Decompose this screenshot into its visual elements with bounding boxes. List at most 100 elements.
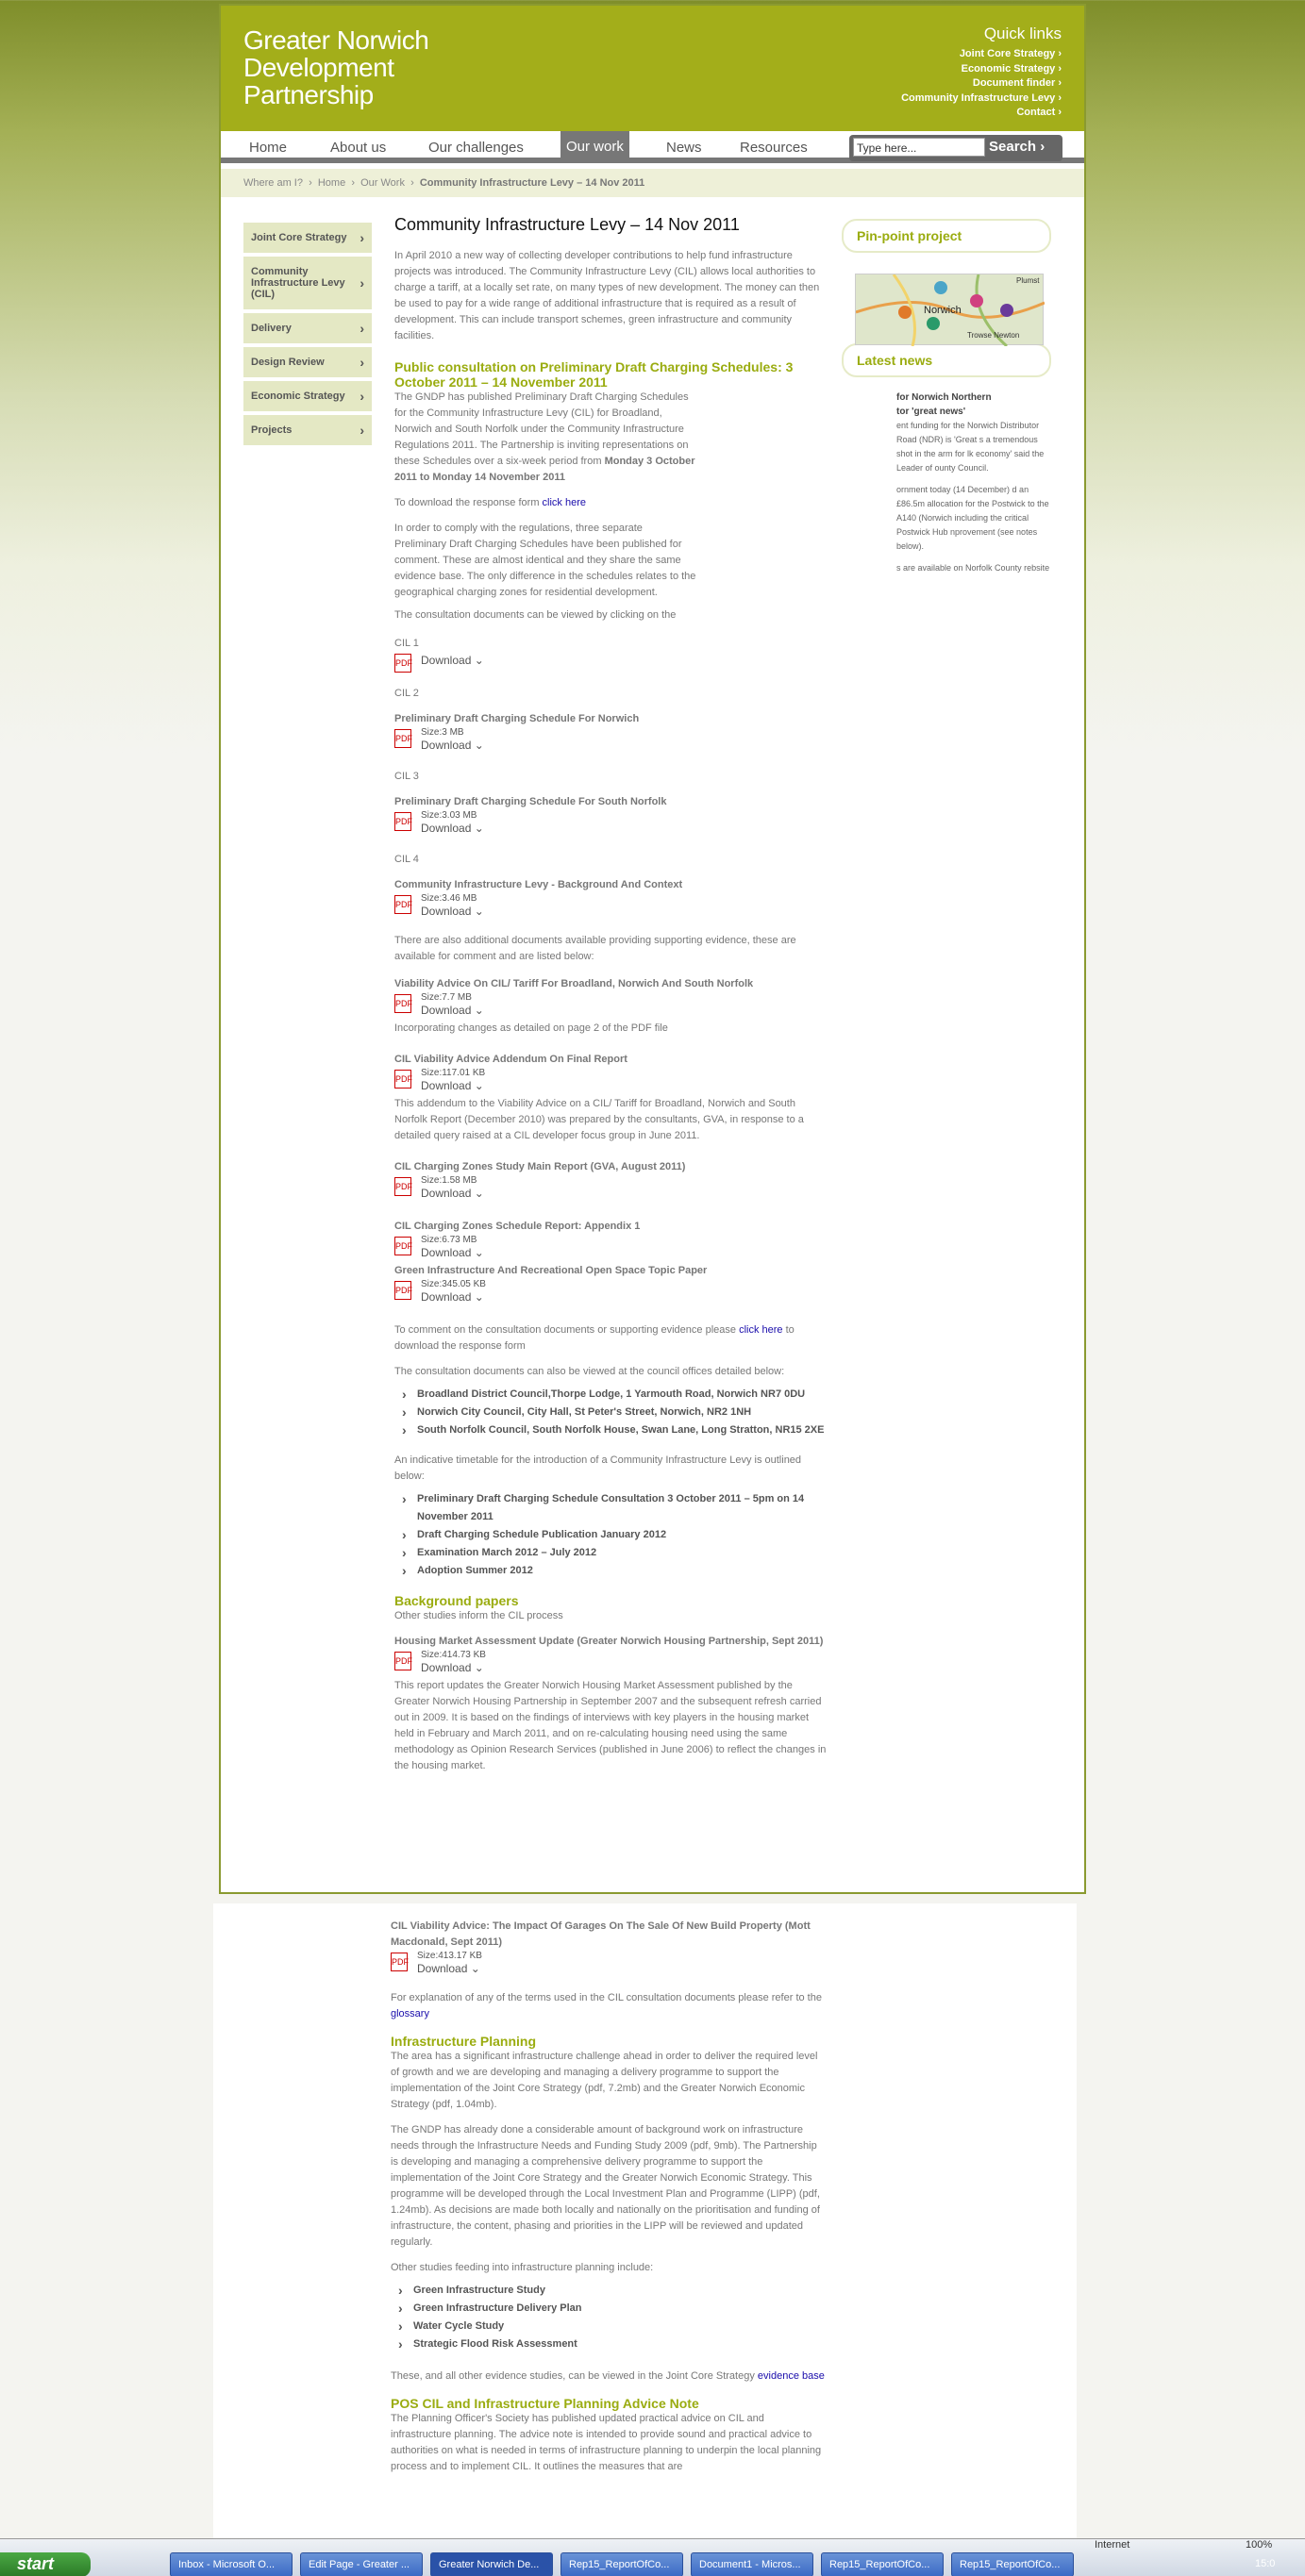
map-pin-icon [1000, 304, 1013, 317]
download-button[interactable]: Download ⌄ [421, 1290, 484, 1304]
pdf-icon: PDF [394, 895, 412, 914]
other-studies-text: Other studies feeding into infrastructur… [391, 2262, 654, 2273]
download-button[interactable]: Download ⌄ [421, 905, 484, 918]
breadcrumb-our-work[interactable]: Our Work [360, 177, 405, 189]
leftnav-joint-core[interactable]: Joint Core Strategy [243, 223, 372, 253]
search-bar: Type here... Search › [849, 135, 1062, 161]
cil-label: CIL 2 [394, 688, 419, 699]
quick-link[interactable]: Economic Strategy › [901, 62, 1062, 77]
main-nav: Home About us Our challenges Our work Ne… [221, 131, 1084, 163]
taskbar-item[interactable]: Edit Page - Greater ... [300, 2552, 423, 2576]
evidence-text: These, and all other evidence studies, c… [391, 2370, 825, 2382]
evidence-link[interactable]: evidence base [758, 2370, 825, 2382]
site-header: Greater Norwich Development Partnership … [221, 6, 1084, 131]
download-button[interactable]: Download ⌄ [421, 739, 484, 752]
glossary-link[interactable]: glossary [391, 2008, 429, 2019]
doc-title[interactable]: Community Infrastructure Levy - Backgrou… [394, 877, 828, 893]
breadcrumb-home[interactable]: Home [318, 177, 345, 189]
nav-about[interactable]: About us [330, 140, 386, 156]
cil-label: CIL 4 [394, 854, 419, 865]
nav-challenges[interactable]: Our challenges [428, 140, 524, 156]
file-size: Size:7.7 MB [421, 992, 472, 1003]
taskbar-item[interactable]: Greater Norwich De... [430, 2552, 553, 2576]
list-item: Norwich City Council, City Hall, St Pete… [394, 1404, 828, 1421]
leftnav-design-review[interactable]: Design Review [243, 347, 372, 377]
doc-title[interactable]: Green Infrastructure And Recreational Op… [394, 1263, 828, 1279]
leftnav-economic[interactable]: Economic Strategy [243, 381, 372, 411]
list-item: South Norfolk Council, South Norfolk Hou… [394, 1421, 828, 1439]
news-body: ent funding for the Norwich Distributor … [896, 421, 1045, 473]
download-item: PDF Size:117.01 KB Download ⌄ [394, 1068, 828, 1096]
taskbar-item[interactable]: Rep15_ReportOfCo... [560, 2552, 683, 2576]
quick-link[interactable]: Document finder › [901, 76, 1062, 91]
latest-news-heading[interactable]: Latest news [842, 343, 1051, 377]
doc-title[interactable]: Viability Advice On CIL/ Tariff For Broa… [394, 976, 828, 992]
file-size: Size:414.73 KB [421, 1650, 486, 1660]
download-button[interactable]: Download ⌄ [417, 1962, 480, 1975]
download-button[interactable]: Download ⌄ [421, 822, 484, 835]
file-size: Size:345.05 KB [421, 1279, 486, 1289]
doc-title[interactable]: CIL Charging Zones Study Main Report (GV… [394, 1159, 828, 1175]
quick-link[interactable]: Joint Core Strategy › [901, 47, 1062, 62]
taskbar-item[interactable]: Inbox - Microsoft O... [170, 2552, 293, 2576]
download-button[interactable]: Download ⌄ [421, 1004, 484, 1017]
site-logo[interactable]: Greater Norwich Development Partnership [243, 26, 429, 108]
taskbar-item[interactable]: Rep15_ReportOfCo... [821, 2552, 944, 2576]
doc-title[interactable]: CIL Viability Advice Addendum On Final R… [394, 1052, 828, 1068]
list-item: Draft Charging Schedule Publication Janu… [394, 1526, 828, 1544]
download-item: PDF Size:413.17 KB Download ⌄ [391, 1951, 825, 1979]
download-button[interactable]: Download ⌄ [421, 654, 484, 667]
taskbar-item[interactable]: Rep15_ReportOfCo... [951, 2552, 1074, 2576]
background-heading: Background papers [394, 1593, 519, 1608]
taskbar-item[interactable]: Document1 - Micros... [691, 2552, 813, 2576]
news-title[interactable]: for Norwich Northern [896, 392, 992, 403]
click-here-link[interactable]: click here [739, 1324, 782, 1336]
status-zoom[interactable]: 100% [1246, 2539, 1272, 2551]
project-map[interactable]: Norwich Plumst Trowse Newton [855, 274, 1046, 348]
doc-title[interactable]: CIL Charging Zones Schedule Report: Appe… [394, 1219, 828, 1235]
timetable-text: An indicative timetable for the introduc… [394, 1454, 802, 1482]
nav-resources[interactable]: Resources [740, 140, 808, 156]
leftnav-delivery[interactable]: Delivery [243, 313, 372, 343]
list-item[interactable]: Strategic Flood Risk Assessment [391, 2335, 825, 2353]
nav-home[interactable]: Home [249, 140, 287, 156]
doc-title[interactable]: Housing Market Assessment Update (Greate… [394, 1634, 828, 1650]
doc-title[interactable]: Preliminary Draft Charging Schedule For … [394, 711, 828, 727]
infra-text-2: The GNDP has already done a considerable… [391, 2124, 820, 2248]
status-internet: Internet [1095, 2539, 1130, 2551]
leftnav-projects[interactable]: Projects [243, 415, 372, 445]
map-label: Plumst [1016, 276, 1040, 285]
timetable-list: Preliminary Draft Charging Schedule Cons… [394, 1490, 828, 1580]
download-item: PDF Download ⌄ [394, 652, 828, 680]
doc-title[interactable]: CIL Viability Advice: The Impact Of Gara… [391, 1919, 825, 1951]
list-item[interactable]: Water Cycle Study [391, 2318, 825, 2335]
search-input[interactable]: Type here... [853, 138, 985, 157]
click-here-link[interactable]: click here [543, 497, 586, 508]
download-button[interactable]: Download ⌄ [421, 1661, 484, 1674]
nav-our-work[interactable]: Our work [560, 131, 629, 163]
pinpoint-heading[interactable]: Pin-point project [842, 219, 1051, 253]
list-item: Broadland District Council,Thorpe Lodge,… [394, 1386, 828, 1404]
download-button[interactable]: Download ⌄ [421, 1079, 484, 1092]
quick-link[interactable]: Contact › [901, 106, 1062, 121]
pdf-icon: PDF [394, 994, 412, 1013]
start-button[interactable]: start [0, 2552, 91, 2576]
map-pin-icon [934, 281, 947, 294]
page-top: Greater Norwich Development Partnership … [221, 6, 1084, 1892]
doc-title[interactable]: Preliminary Draft Charging Schedule For … [394, 794, 828, 810]
download-button[interactable]: Download ⌄ [421, 1246, 484, 1259]
news-subtitle[interactable]: tor 'great news' [896, 407, 965, 417]
nav-news[interactable]: News [666, 140, 702, 156]
list-item[interactable]: Green Infrastructure Delivery Plan [391, 2300, 825, 2318]
leftnav-cil[interactable]: Community Infrastructure Levy (CIL) [243, 257, 372, 309]
pdf-icon: PDF [394, 1281, 412, 1300]
search-button[interactable]: Search › [989, 139, 1045, 155]
glossary-text: For explanation of any of the terms used… [391, 1992, 822, 2019]
quick-link[interactable]: Community Infrastructure Levy › [901, 91, 1062, 107]
download-button[interactable]: Download ⌄ [421, 1187, 484, 1200]
pdf-icon: PDF [394, 1237, 412, 1255]
doc-note: This addendum to the Viability Advice on… [394, 1098, 804, 1141]
list-item[interactable]: Green Infrastructure Study [391, 2282, 825, 2300]
download-item: PDF Size:6.73 MB Download ⌄ [394, 1235, 828, 1263]
main-content: Community Infrastructure Levy – 14 Nov 2… [394, 215, 828, 1774]
